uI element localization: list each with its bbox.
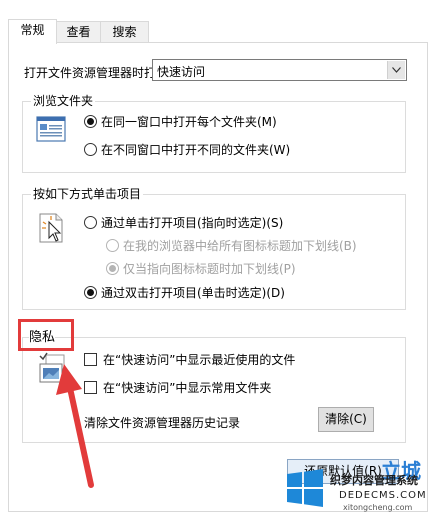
option-single-click-label: 通过单击打开项目(指向时选定)(S) — [101, 216, 284, 230]
tab-general[interactable]: 常规 — [8, 19, 57, 44]
click-items-title: 按如下方式单击项目 — [31, 186, 144, 202]
tab-search[interactable]: 搜索 — [100, 21, 149, 43]
watermark-subtitle: xitongcheng.com — [343, 503, 413, 512]
option-underline-point-label: 仅当指向图标标题时加下划线(P) — [123, 262, 296, 276]
open-explorer-value: 快速访问 — [157, 65, 206, 79]
option-show-frequent-folders-label: 在“快速访问”中显示常用文件夹 — [103, 381, 272, 395]
radio-single-click[interactable] — [84, 216, 97, 229]
open-explorer-label: 打开文件资源管理器时打 — [24, 66, 157, 80]
radio-same-window[interactable] — [84, 115, 97, 128]
pointer-click-icon — [37, 212, 67, 246]
option-show-frequent-folders[interactable]: 在“快速访问”中显示常用文件夹 — [84, 379, 271, 396]
option-show-recent-files[interactable]: 在“快速访问”中显示最近使用的文件 — [84, 351, 295, 368]
option-new-window[interactable]: 在不同窗口中打开不同的文件夹(W) — [84, 141, 290, 158]
clear-history-label: 清除文件资源管理器历史记录 — [84, 416, 241, 430]
tab-view[interactable]: 查看 — [56, 21, 101, 43]
privacy-title: 隐私 — [29, 326, 56, 345]
radio-double-click[interactable] — [84, 286, 97, 299]
browse-folders-title: 浏览文件夹 — [31, 93, 96, 109]
watermark-url: DEDECMS.COM — [339, 490, 427, 501]
option-single-click[interactable]: 通过单击打开项目(指向时选定)(S) — [84, 214, 283, 231]
option-same-window-label: 在同一窗口中打开每个文件夹(M) — [101, 115, 277, 129]
option-new-window-label: 在不同窗口中打开不同的文件夹(W) — [101, 143, 291, 157]
option-underline-all-label: 在我的浏览器中给所有图标标题加下划线(B) — [123, 239, 357, 253]
windows-logo-icon — [285, 469, 325, 507]
radio-underline-point[interactable] — [106, 262, 119, 275]
option-same-window[interactable]: 在同一窗口中打开每个文件夹(M) — [84, 113, 277, 130]
option-underline-all[interactable]: 在我的浏览器中给所有图标标题加下划线(B) — [106, 237, 357, 254]
option-show-recent-files-label: 在“快速访问”中显示最近使用的文件 — [103, 353, 296, 367]
radio-new-window[interactable] — [84, 143, 97, 156]
browse-folders-group: 浏览文件夹 — [22, 93, 406, 173]
option-double-click-label: 通过双击打开项目(单击时选定)(D) — [101, 286, 285, 300]
window-top-strip — [0, 0, 436, 19]
watermark-title: 织梦内容管理系统 — [330, 474, 418, 487]
option-double-click[interactable]: 通过双击打开项目(单击时选定)(D) — [84, 284, 285, 301]
tab-bar: 常规 查看 搜索 — [0, 19, 436, 44]
clear-history-button[interactable]: 清除(C) — [318, 407, 374, 432]
folder-window-icon — [36, 116, 66, 142]
open-explorer-select[interactable]: 快速访问 — [152, 59, 407, 81]
watermark: 立城 织梦内容管理系统 DEDECMS.COM xitongcheng.com — [283, 459, 436, 512]
radio-underline-all[interactable] — [106, 239, 119, 252]
red-arrow-annotation — [44, 362, 104, 490]
option-underline-point[interactable]: 仅当指向图标标题时加下划线(P) — [106, 260, 296, 277]
chevron-down-icon[interactable] — [387, 61, 405, 79]
